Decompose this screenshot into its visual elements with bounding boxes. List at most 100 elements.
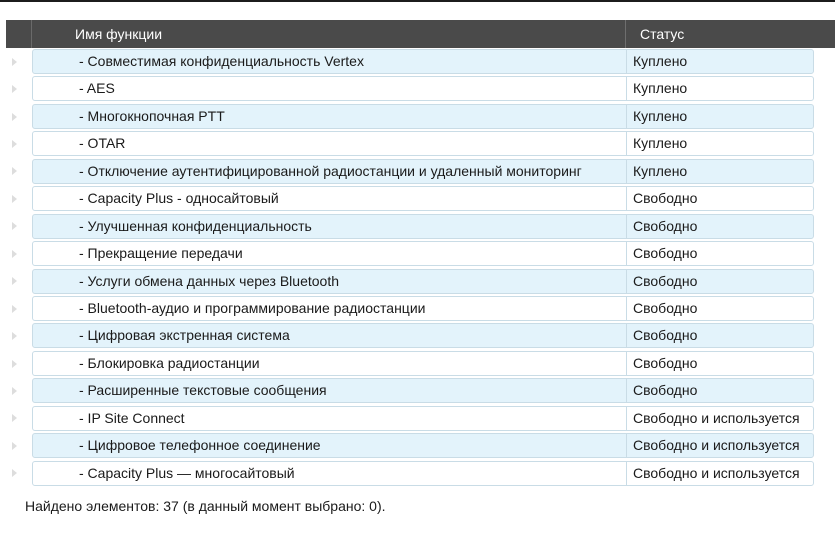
table-row[interactable]: - Услуги обмена данных через Bluetooth Св…: [6, 268, 835, 295]
row-selector[interactable]: [6, 213, 32, 240]
feature-name-cell: - IP Site Connect: [33, 406, 627, 430]
row-indicator-icon: [12, 194, 17, 203]
row-indicator-icon: [12, 112, 17, 121]
grid-rows: - Совместимая конфиденциальность Vertex К…: [6, 48, 835, 487]
feature-name-cell: - Многокнопочная PTT: [33, 104, 627, 128]
window-top-edge: [0, 0, 835, 2]
feature-name-cell: - Услуги обмена данных через Bluetooth: [33, 269, 627, 293]
row-indicator-icon: [12, 222, 17, 231]
table-row[interactable]: - IP Site Connect Свободно и используется: [6, 405, 835, 432]
column-header-feature-name[interactable]: Имя функции: [32, 20, 626, 48]
row-cells[interactable]: - Цифровое телефонное соединение Свободно…: [32, 433, 814, 459]
status-cell: Куплено: [633, 107, 688, 124]
table-row[interactable]: - Блокировка радиостанции Свободно: [6, 350, 835, 377]
table-row[interactable]: - Улучшенная конфиденциальность Свободно: [6, 213, 835, 240]
row-cells[interactable]: - Прекращение передачи Свободно: [32, 241, 814, 267]
row-cells[interactable]: - OTAR Куплено: [32, 131, 814, 157]
column-header-status[interactable]: Статус: [626, 20, 815, 48]
status-cell: Свободно: [633, 272, 698, 289]
status-cell: Свободно: [633, 190, 698, 207]
row-cells[interactable]: - Capacity Plus - односайтовый Свободно: [32, 186, 814, 212]
row-indicator-icon: [12, 277, 17, 286]
row-cells[interactable]: - Capacity Plus — многосайтовый Свободно …: [32, 460, 814, 486]
status-cell: Куплено: [633, 80, 688, 97]
row-indicator-icon: [12, 441, 17, 450]
feature-name-cell: - Блокировка радиостанции: [33, 351, 627, 375]
table-row[interactable]: - Capacity Plus — многосайтовый Свободно …: [6, 460, 835, 487]
row-indicator-icon: [12, 167, 17, 176]
row-cells[interactable]: - IP Site Connect Свободно и используется: [32, 405, 814, 431]
row-cells[interactable]: - Отключение аутентифицированной радиост…: [32, 158, 814, 184]
row-indicator-icon: [12, 140, 17, 149]
row-selector[interactable]: [6, 240, 32, 267]
table-row[interactable]: - Bluetooth-аудио и программирование рад…: [6, 295, 835, 322]
table-row[interactable]: - Многокнопочная PTT Куплено: [6, 103, 835, 130]
row-selector[interactable]: [6, 75, 32, 102]
table-row[interactable]: - OTAR Куплено: [6, 130, 835, 157]
row-selector[interactable]: [6, 350, 32, 377]
row-indicator-icon: [12, 85, 17, 94]
row-selector-header[interactable]: [6, 20, 32, 48]
row-cells[interactable]: - Многокнопочная PTT Куплено: [32, 103, 814, 129]
row-indicator-icon: [12, 414, 17, 423]
feature-name-cell: - Отключение аутентифицированной радиост…: [33, 159, 627, 183]
row-selector[interactable]: [6, 460, 32, 487]
status-cell: Свободно: [633, 327, 698, 344]
row-cells[interactable]: - AES Куплено: [32, 76, 814, 102]
feature-name-cell: - Bluetooth-аудио и программирование рад…: [33, 296, 627, 320]
row-selector[interactable]: [6, 158, 32, 185]
status-cell: Свободно и используется: [633, 464, 800, 481]
feature-grid[interactable]: Имя функции Статус - Совместимая конфиде…: [6, 20, 835, 494]
table-row[interactable]: - Прекращение передачи Свободно: [6, 240, 835, 267]
status-cell: Свободно и используется: [633, 409, 800, 426]
row-selector[interactable]: [6, 48, 32, 75]
row-selector[interactable]: [6, 185, 32, 212]
table-row[interactable]: - Capacity Plus - односайтовый Свободно: [6, 185, 835, 212]
row-cells[interactable]: - Совместимая конфиденциальность Vertex К…: [32, 49, 814, 74]
table-row[interactable]: - AES Куплено: [6, 75, 835, 102]
row-indicator-icon: [12, 469, 17, 478]
status-cell: Свободно: [633, 217, 698, 234]
status-cell: Свободно и используется: [633, 437, 800, 454]
row-selector[interactable]: [6, 103, 32, 130]
row-indicator-icon: [12, 359, 17, 368]
table-row[interactable]: - Цифровая экстренная система Свободно: [6, 322, 835, 349]
table-row[interactable]: - Расширенные текстовые сообщения Свободн…: [6, 377, 835, 404]
feature-name-cell: - Улучшенная конфиденциальность: [33, 214, 627, 238]
row-indicator-icon: [12, 304, 17, 313]
row-cells[interactable]: - Улучшенная конфиденциальность Свободно: [32, 213, 814, 239]
row-indicator-icon: [12, 332, 17, 341]
feature-name-cell: - Capacity Plus - односайтовый: [33, 187, 627, 211]
row-cells[interactable]: - Блокировка радиостанции Свободно: [32, 350, 814, 376]
row-selector[interactable]: [6, 130, 32, 157]
row-indicator-icon: [12, 386, 17, 395]
status-cell: Свободно: [633, 382, 698, 399]
row-cells[interactable]: - Цифровая экстренная система Свободно: [32, 323, 814, 349]
row-selector[interactable]: [6, 295, 32, 322]
feature-name-cell: - Прекращение передачи: [33, 242, 627, 266]
row-selector[interactable]: [6, 322, 32, 349]
status-cell: Куплено: [633, 53, 688, 69]
feature-name-cell: - Цифровое телефонное соединение: [33, 434, 627, 458]
feature-name-cell: - Расширенные текстовые сообщения: [33, 379, 627, 403]
row-cells[interactable]: - Расширенные текстовые сообщения Свободн…: [32, 378, 814, 404]
row-cells[interactable]: - Услуги обмена данных через Bluetooth Св…: [32, 268, 814, 294]
row-selector[interactable]: [6, 268, 32, 295]
feature-name-cell: - Capacity Plus — многосайтовый: [33, 461, 627, 485]
status-cell: Свободно: [633, 299, 698, 316]
table-row[interactable]: - Цифровое телефонное соединение Свободно…: [6, 432, 835, 459]
feature-name-cell: - AES: [33, 77, 627, 101]
status-cell: Свободно: [633, 354, 698, 371]
row-selector[interactable]: [6, 405, 32, 432]
table-row[interactable]: - Отключение аутентифицированной радиост…: [6, 158, 835, 185]
grid-header: Имя функции Статус: [6, 20, 835, 48]
row-cells[interactable]: - Bluetooth-аудио и программирование рад…: [32, 295, 814, 321]
items-found-status: Найдено элементов: 37 (в данный момент в…: [25, 498, 386, 514]
status-cell: Куплено: [633, 162, 688, 179]
table-row[interactable]: - Совместимая конфиденциальность Vertex К…: [6, 48, 835, 75]
row-selector[interactable]: [6, 377, 32, 404]
row-selector[interactable]: [6, 432, 32, 459]
feature-name-cell: - OTAR: [33, 132, 627, 156]
row-indicator-icon: [12, 57, 17, 66]
status-cell: Куплено: [633, 135, 688, 152]
